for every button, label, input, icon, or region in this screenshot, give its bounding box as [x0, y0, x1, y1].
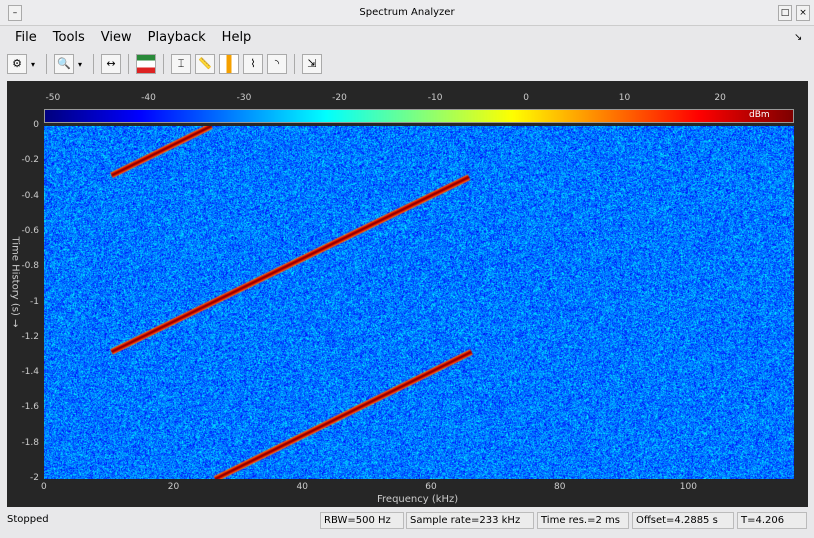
x-tick-label: 20: [167, 482, 180, 492]
menu-playback[interactable]: Playback: [148, 28, 206, 48]
toolbar: ⚙ ▾ 🔍 ▾ ↔ ⌶ 📏 ⌇ ◝ ⇲: [7, 51, 322, 77]
y-tick-label: -1.4: [21, 367, 39, 378]
menu-tools[interactable]: Tools: [53, 28, 85, 48]
status-sample-rate: Sample rate=233 kHz: [406, 512, 534, 529]
zoom-in-icon[interactable]: 🔍: [54, 54, 74, 74]
x-tick-label: 40: [296, 482, 308, 492]
status-rbw: RBW=500 Hz: [320, 512, 404, 529]
colorbar-unit: dBm: [749, 110, 770, 120]
y-tick-label: -0.4: [21, 190, 39, 201]
export-icon[interactable]: ⇲: [302, 54, 322, 74]
settings-icon[interactable]: ⚙: [7, 54, 27, 74]
y-tick-label: -2: [30, 473, 39, 483]
menu-file[interactable]: File: [15, 28, 37, 48]
status-bar: Stopped RBW=500 Hz Sample rate=233 kHz T…: [0, 510, 814, 530]
spectrogram-image[interactable]: [44, 126, 794, 479]
autoscale-icon[interactable]: ↔: [101, 54, 121, 74]
colorbar-tick: -30: [236, 93, 252, 103]
colorbar-tick: 20: [714, 93, 726, 103]
peak-finder-icon[interactable]: [219, 54, 239, 74]
y-tick-label: -1.8: [21, 437, 39, 448]
colorbar-tick: -20: [332, 93, 347, 103]
status-state: Stopped: [7, 514, 49, 525]
status-time-res: Time res.=2 ms: [537, 512, 629, 529]
menu-bar: File Tools View Playback Help: [7, 28, 259, 48]
status-time: T=4.206: [737, 512, 807, 529]
x-tick-label: 100: [679, 482, 697, 492]
y-tick-label: -1.6: [21, 402, 39, 413]
x-tick-label: 60: [425, 482, 437, 492]
x-tick-label: 0: [41, 482, 47, 492]
ccdf-icon[interactable]: ◝: [267, 54, 287, 74]
data-cursor-icon[interactable]: ⌶: [171, 54, 191, 74]
distortion-icon[interactable]: ⌇: [243, 54, 263, 74]
y-tick-label: -0.2: [21, 155, 39, 166]
status-offset: Offset=4.2885 s: [632, 512, 734, 529]
close-button[interactable]: ×: [796, 5, 810, 21]
colorbar-tick: -40: [141, 93, 156, 103]
spectrum-view-icon[interactable]: [136, 54, 156, 74]
y-tick-label: 0: [33, 120, 39, 130]
menu-view[interactable]: View: [101, 28, 132, 48]
x-tick-label: 80: [554, 482, 566, 492]
dock-icon[interactable]: ↘: [794, 32, 802, 43]
title-bar: – Spectrum Analyzer □ ×: [0, 0, 814, 26]
colorbar-tick: -10: [427, 93, 443, 103]
spectrogram-panel: -50 -40 -30 -20 -10 0 10 20 dBm 0 20 40 60 80 100 0 -0…: [7, 81, 808, 507]
colorbar-tick: 10: [618, 93, 631, 103]
colorbar-tick: 0: [523, 93, 529, 103]
colorbar: [44, 109, 794, 123]
maximize-button[interactable]: □: [778, 5, 792, 21]
y-tick-label: -0.6: [21, 225, 39, 236]
menu-help[interactable]: Help: [222, 28, 252, 48]
settings-dropdown[interactable]: ▾: [31, 60, 39, 69]
y-axis-label: Time History (s) →: [9, 236, 21, 328]
measure-icon[interactable]: 📏: [195, 54, 215, 74]
x-axis-label: Frequency (kHz): [377, 494, 459, 505]
window-title: Spectrum Analyzer: [359, 7, 455, 18]
colorbar-tick: -50: [45, 93, 61, 103]
zoom-dropdown[interactable]: ▾: [78, 60, 86, 69]
